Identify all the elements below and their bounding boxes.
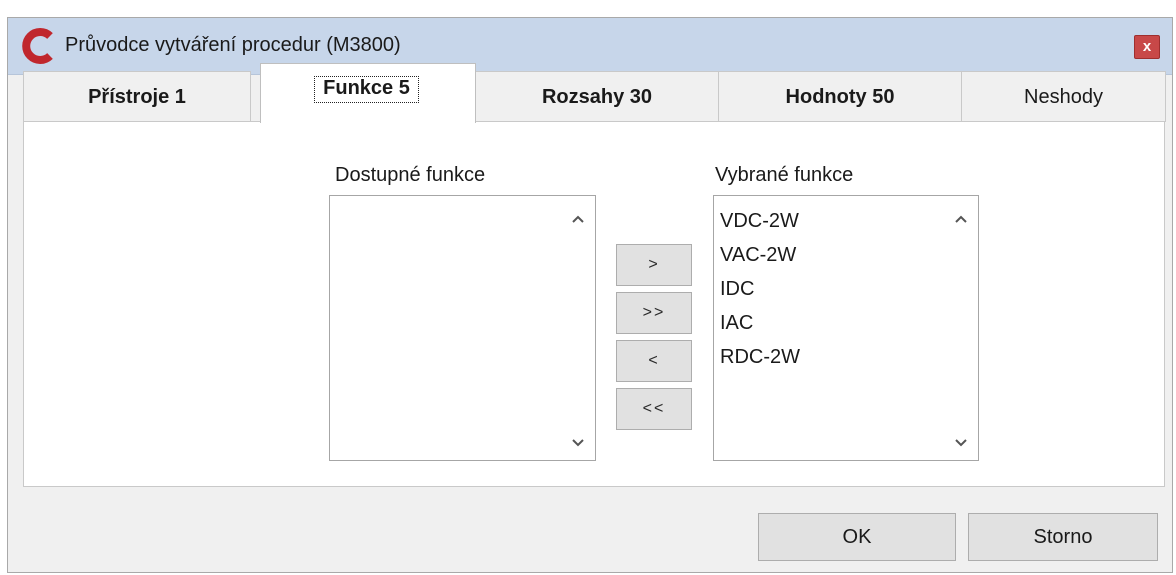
tab-panel-funkce: Dostupné funkce > >> < << Vybrané funkce… [23, 121, 1165, 487]
cancel-button[interactable]: Storno [968, 513, 1158, 561]
scroll-up-icon[interactable] [570, 212, 586, 226]
list-item[interactable]: IDC [720, 272, 948, 306]
list-item[interactable]: VAC-2W [720, 238, 948, 272]
remove-all-button[interactable]: << [616, 388, 692, 430]
add-all-button-label: >> [642, 304, 666, 321]
tab-pristroje-label: Přístroje 1 [88, 85, 186, 108]
tab-funkce-label: Funkce 5 [314, 76, 419, 103]
add-button[interactable]: > [616, 244, 692, 286]
cancel-button-label: Storno [1033, 525, 1093, 548]
scroll-up-icon[interactable] [953, 212, 969, 226]
title-bar: Průvodce vytváření procedur (M3800) x [8, 18, 1172, 75]
tab-strip: Přístroje 1 Funkce 5 Rozsahy 30 Hodnoty … [23, 63, 1170, 123]
tab-rozsahy-label: Rozsahy 30 [541, 85, 653, 108]
wizard-dialog: Průvodce vytváření procedur (M3800) x Př… [7, 17, 1173, 573]
ok-button-label: OK [842, 525, 872, 548]
remove-all-button-label: << [642, 400, 666, 417]
window-title: Průvodce vytváření procedur (M3800) [65, 34, 401, 56]
available-functions-list[interactable] [329, 195, 596, 461]
tab-rozsahy[interactable]: Rozsahy 30 [475, 71, 719, 122]
add-button-label: > [648, 256, 660, 273]
list-item[interactable]: VDC-2W [720, 204, 948, 238]
tab-neshody[interactable]: Neshody [961, 71, 1166, 122]
available-functions-label: Dostupné funkce [335, 164, 486, 186]
list-item[interactable]: IAC [720, 306, 948, 340]
tab-neshody-label: Neshody [1024, 85, 1103, 108]
tab-funkce[interactable]: Funkce 5 [260, 63, 476, 123]
remove-button[interactable]: < [616, 340, 692, 382]
add-all-button[interactable]: >> [616, 292, 692, 334]
scroll-down-icon[interactable] [570, 436, 586, 450]
selected-functions-list[interactable]: VDC-2W VAC-2W IDC IAC RDC-2W [713, 195, 979, 461]
ok-button[interactable]: OK [758, 513, 956, 561]
close-button[interactable]: x [1134, 35, 1160, 59]
selected-functions-label: Vybrané funkce [715, 164, 854, 186]
close-icon: x [1142, 38, 1152, 55]
scroll-down-icon[interactable] [953, 436, 969, 450]
tab-hodnoty[interactable]: Hodnoty 50 [718, 71, 962, 122]
tab-pristroje[interactable]: Přístroje 1 [23, 71, 251, 122]
app-logo-icon [22, 28, 53, 64]
remove-button-label: < [648, 352, 660, 369]
list-item[interactable]: RDC-2W [720, 340, 948, 374]
tab-hodnoty-label: Hodnoty 50 [785, 85, 895, 108]
selected-functions-items: VDC-2W VAC-2W IDC IAC RDC-2W [720, 204, 948, 374]
